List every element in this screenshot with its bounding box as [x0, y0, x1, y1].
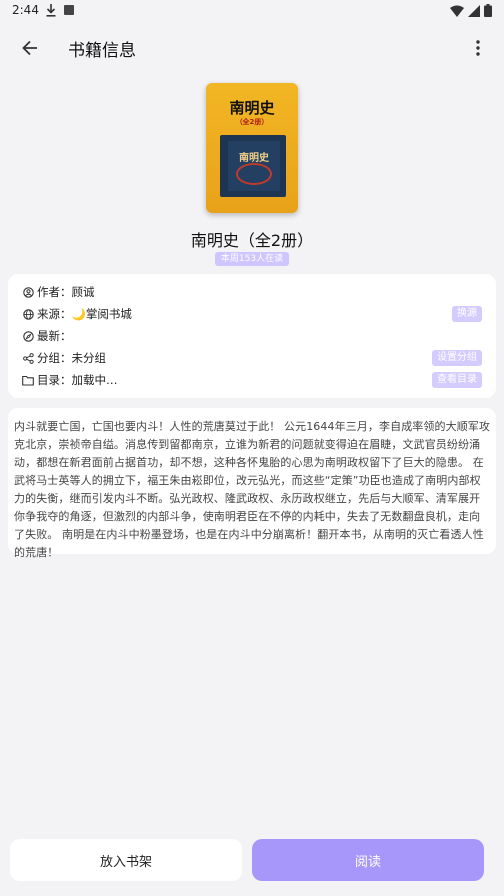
add-to-shelf-button[interactable]: 放入书架	[10, 839, 242, 881]
source-label: 来源：	[37, 307, 72, 321]
book-name: 南明史（全2册）	[190, 231, 314, 250]
download-icon	[46, 4, 56, 17]
author-value: 顾诚	[71, 285, 95, 299]
globe-icon	[22, 308, 34, 320]
info-latest: 最新：	[22, 327, 482, 345]
info-toc: 目录： 加载中…	[22, 371, 482, 389]
app-bar: 书籍信息	[0, 24, 504, 70]
book-intro-text: 内斗就要亡国，亡国也要内斗！人性的荒唐莫过于此！ 公元1644年三月，李自成率领…	[14, 420, 490, 559]
info-author: 作者： 顾诚	[22, 283, 482, 301]
battery-icon	[484, 4, 492, 17]
view-toc-button[interactable]: 查看目录	[432, 372, 482, 388]
folder-icon	[22, 374, 34, 386]
status-time: 2:44	[12, 3, 39, 17]
page-title: 书籍信息	[68, 41, 136, 61]
book-intro-card: 内斗就要亡国，亡国也要内斗！人性的荒唐莫过于此！ 公元1644年三月，李自成率领…	[8, 408, 496, 559]
info-source: 来源： 🌙掌阅书城	[22, 305, 482, 323]
toc-label: 目录：	[37, 373, 72, 387]
status-icons	[450, 4, 492, 17]
share-group-icon	[22, 352, 34, 364]
notification-icon	[64, 5, 74, 15]
more-vert-icon	[476, 40, 480, 56]
change-source-button[interactable]: 换源	[452, 306, 482, 322]
reading-count-badge: 本周153人在读	[215, 252, 289, 266]
cover-subtitle: （全2册）	[235, 118, 269, 126]
arrow-back-icon	[22, 40, 37, 56]
group-label: 分组：	[37, 351, 72, 365]
source-value: 🌙掌阅书城	[71, 307, 132, 321]
back-button[interactable]	[16, 34, 44, 62]
cover-title: 南明史	[229, 99, 275, 117]
book-cover[interactable]: 南明史 （全2册） 南明史	[206, 83, 298, 213]
person-icon	[22, 286, 34, 298]
toc-value: 加载中…	[71, 373, 118, 387]
set-group-button[interactable]: 设置分组	[432, 350, 482, 366]
author-label: 作者：	[37, 285, 72, 299]
info-group: 分组： 未分组	[22, 349, 482, 367]
cover-dragon-emblem	[236, 163, 272, 185]
cover-box-title: 南明史	[239, 153, 269, 164]
read-button[interactable]: 阅读	[252, 839, 484, 881]
wifi-icon	[450, 5, 464, 17]
signal-icon	[468, 4, 480, 17]
latest-label: 最新：	[37, 329, 72, 343]
status-bar: 2:44	[0, 0, 504, 22]
group-value: 未分组	[71, 351, 107, 365]
compass-icon	[22, 330, 34, 342]
more-menu-button[interactable]	[466, 34, 490, 62]
book-info-card: 作者： 顾诚 来源： 🌙掌阅书城 换源 最新： 分组： 未分组 设置分组 目录：…	[8, 274, 496, 398]
